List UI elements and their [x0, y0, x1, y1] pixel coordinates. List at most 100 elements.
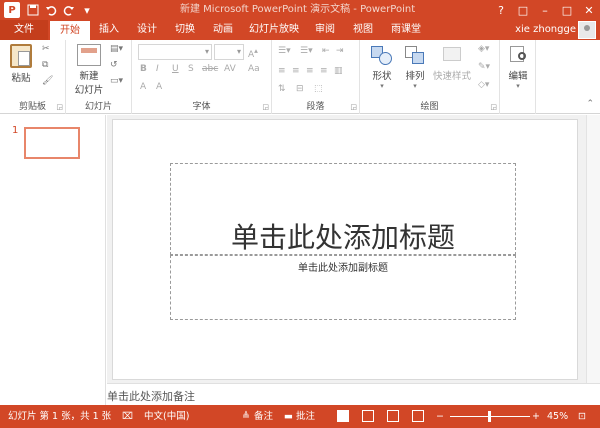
zoom-in-button[interactable]: + [532, 405, 540, 428]
paragraph-group-label: 段落 [306, 102, 325, 112]
tab-view[interactable]: 视图 [346, 20, 380, 40]
paste-button[interactable]: 粘贴 [6, 44, 36, 84]
shapes-button[interactable]: 形状 ▾ [366, 44, 398, 90]
font-color-button[interactable]: A [140, 82, 146, 92]
shape-outline-icon[interactable]: ✎▾ [478, 62, 490, 72]
arrange-button[interactable]: 排列 ▾ [400, 44, 430, 90]
italic-button[interactable]: I [156, 64, 159, 74]
tab-review[interactable]: 审阅 [308, 20, 342, 40]
comments-icon[interactable]: ▬ [284, 405, 293, 428]
tab-transitions[interactable]: 切换 [168, 20, 202, 40]
grow-font-icon[interactable]: A▴ [248, 46, 258, 60]
customize-icon[interactable]: ▾ [78, 1, 96, 19]
tab-animations[interactable]: 动画 [206, 20, 240, 40]
strikethrough-button[interactable]: abc [202, 64, 218, 74]
notes-placeholder: 单击此处添加备注 [107, 390, 195, 403]
subtitle-placeholder-text: 单击此处添加副标题 [298, 263, 388, 274]
shadow-button[interactable]: S [188, 64, 194, 74]
user-name[interactable]: xie zhongge [515, 20, 576, 40]
fit-slide-icon[interactable]: ⊡ [578, 405, 586, 428]
layout-icon[interactable]: ▤▾ [110, 44, 123, 54]
tab-slideshow[interactable]: 幻灯片放映 [244, 20, 304, 40]
save-icon[interactable] [24, 1, 42, 19]
font-size-select[interactable]: ▾ [214, 44, 244, 60]
cut-icon[interactable]: ✂ [42, 44, 50, 54]
slideshow-button[interactable] [412, 410, 424, 422]
new-slide-button[interactable]: 新建 幻灯片 [70, 44, 108, 96]
tab-file[interactable]: 文件 [0, 20, 48, 40]
comments-toggle[interactable]: 批注 [296, 405, 315, 428]
underline-button[interactable]: U [172, 64, 179, 74]
title-placeholder[interactable]: 单击此处添加标题 [170, 163, 516, 255]
new-slide-label-2: 幻灯片 [74, 85, 104, 96]
format-painter-icon[interactable]: 🖌 [42, 76, 53, 86]
tab-insert[interactable]: 插入 [92, 20, 126, 40]
window-title: 新建 Microsoft PowerPoint 演示文稿 - PowerPoin… [180, 4, 416, 15]
slide-thumbnails-pane: 1 [0, 115, 106, 405]
help-button[interactable]: ? [490, 0, 512, 20]
reset-icon[interactable]: ↺ [110, 60, 118, 70]
ribbon-tabs: 文件 开始 插入 设计 切换 动画 幻灯片放映 审阅 视图 雨课堂 xie zh… [0, 20, 600, 40]
bullets-icon[interactable]: ☰▾ [278, 46, 291, 56]
tab-home[interactable]: 开始 [50, 20, 90, 40]
change-case-button[interactable]: Aa [248, 64, 260, 74]
normal-view-button[interactable] [337, 410, 349, 422]
zoom-out-button[interactable]: − [436, 405, 444, 428]
clear-format-button[interactable]: A [156, 82, 162, 92]
outdent-icon[interactable]: ⇥ [336, 46, 344, 56]
slide-canvas[interactable]: 单击此处添加标题 单击此处添加副标题 [112, 119, 578, 380]
ribbon-display-button[interactable]: □ [512, 0, 534, 20]
thumbnail-number: 1 [12, 125, 19, 136]
shapes-label: 形状 [372, 71, 392, 82]
zoom-slider-thumb[interactable] [488, 411, 491, 422]
spell-check-icon[interactable]: ⌧ [122, 405, 133, 428]
drawing-launcher-icon[interactable]: ◲ [490, 103, 497, 111]
close-button[interactable]: ✕ [578, 0, 600, 20]
justify-icon[interactable]: ≡ [320, 66, 328, 76]
section-icon[interactable]: ▭▾ [110, 76, 123, 86]
indent-icon[interactable]: ⇤ [322, 46, 330, 56]
shapes-icon [369, 44, 395, 66]
quick-styles-button[interactable]: 快速样式 [430, 44, 474, 82]
notes-toggle[interactable]: 备注 [254, 405, 273, 428]
avatar[interactable] [578, 21, 596, 39]
slide-sorter-button[interactable] [362, 410, 374, 422]
align-center-icon[interactable]: ≡ [292, 66, 300, 76]
powerpoint-app-icon[interactable]: P [4, 2, 20, 18]
editing-button[interactable]: 编辑 ▾ [504, 44, 532, 90]
text-direction-icon[interactable]: ⇅ [278, 84, 286, 94]
smartart-icon[interactable]: ⬚ [314, 84, 323, 94]
shape-fill-icon[interactable]: ◈▾ [478, 44, 489, 54]
slide-thumbnail[interactable] [24, 127, 80, 159]
notes-icon[interactable]: ≜ [242, 405, 250, 428]
reading-view-button[interactable] [387, 410, 399, 422]
tab-rain-classroom[interactable]: 雨课堂 [384, 20, 428, 40]
clipboard-launcher-icon[interactable]: ◲ [56, 103, 63, 111]
char-spacing-button[interactable]: AV [224, 64, 236, 74]
minimize-button[interactable]: – [534, 0, 556, 20]
subtitle-placeholder[interactable]: 单击此处添加副标题 [170, 255, 516, 320]
undo-icon[interactable] [42, 1, 60, 19]
paragraph-group: ☰▾ ☰▾ ⇤ ⇥ ≡ ≡ ≡ ≡ ▥ ⇅ ⊟ ⬚ 段落 ◲ [272, 40, 360, 114]
font-launcher-icon[interactable]: ◲ [262, 103, 269, 111]
columns-icon[interactable]: ▥ [334, 66, 343, 76]
font-family-select[interactable]: ▾ [138, 44, 212, 60]
align-right-icon[interactable]: ≡ [306, 66, 314, 76]
slides-group: 新建 幻灯片 ▤▾ ↺ ▭▾ 幻灯片 [66, 40, 132, 114]
collapse-ribbon-icon[interactable]: ⌃ [586, 99, 594, 109]
bold-button[interactable]: B [140, 64, 147, 74]
numbering-icon[interactable]: ☰▾ [300, 46, 313, 56]
vertical-scrollbar[interactable] [586, 115, 600, 383]
zoom-level[interactable]: 45% [547, 405, 568, 428]
paragraph-launcher-icon[interactable]: ◲ [350, 103, 357, 111]
language-indicator[interactable]: 中文(中国) [144, 405, 189, 428]
copy-icon[interactable]: ⧉ [42, 60, 48, 70]
notes-pane[interactable]: 单击此处添加备注 [107, 383, 600, 405]
tab-design[interactable]: 设计 [130, 20, 164, 40]
redo-icon[interactable] [60, 1, 78, 19]
maximize-button[interactable]: □ [556, 0, 578, 20]
align-left-icon[interactable]: ≡ [278, 66, 286, 76]
title-placeholder-text: 单击此处添加标题 [230, 221, 455, 254]
shape-effects-icon[interactable]: ◇▾ [478, 80, 489, 90]
align-text-icon[interactable]: ⊟ [296, 84, 304, 94]
